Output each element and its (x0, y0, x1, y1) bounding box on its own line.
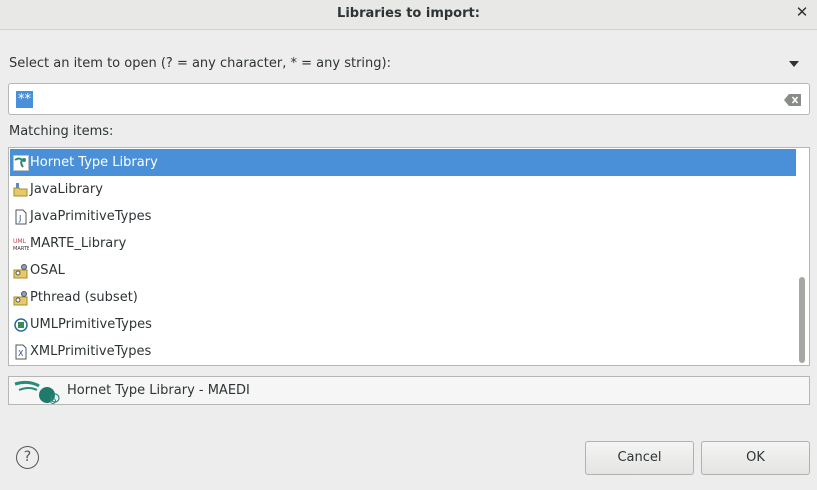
help-icon[interactable]: ? (16, 446, 39, 469)
list-item-label: JavaLibrary (30, 182, 103, 197)
list-item-label: MARTE_Library (30, 236, 127, 251)
close-icon[interactable]: ✕ (795, 5, 809, 20)
list-item-label: XMLPrimitiveTypes (30, 344, 152, 359)
list-item-label: JavaPrimitiveTypes (30, 209, 152, 224)
folder-library-icon (13, 182, 29, 198)
dialog-title: Libraries to import: (337, 6, 480, 21)
list-item-javaprimitivetypes[interactable]: J JavaPrimitiveTypes (10, 203, 796, 230)
ok-button[interactable]: OK (701, 441, 810, 475)
list-item-label: Pthread (subset) (30, 290, 138, 305)
package-library-icon (13, 263, 29, 279)
xml-file-icon: X (13, 344, 29, 360)
list-scrollbar-thumb[interactable] (799, 277, 805, 363)
uml-package-icon (13, 317, 29, 333)
selection-detail-label: Hornet Type Library - MAEDI (67, 383, 250, 398)
package-library-icon (13, 290, 29, 306)
hornet-logo-icon (11, 378, 63, 404)
list-item-xmlprimitivetypes[interactable]: X XMLPrimitiveTypes (10, 338, 796, 365)
list-item-pthread-subset[interactable]: Pthread (subset) (10, 284, 796, 311)
list-item-javalibrary[interactable]: JavaLibrary (10, 176, 796, 203)
selection-detail-bar: Hornet Type Library - MAEDI (8, 376, 810, 405)
view-menu-arrow-icon[interactable] (789, 61, 799, 67)
list-item-marte-library[interactable]: UML MARTE MARTE_Library (10, 230, 796, 257)
svg-text:X: X (18, 349, 24, 358)
list-item-label: Hornet Type Library (30, 155, 158, 170)
cancel-button[interactable]: Cancel (585, 441, 694, 475)
list-scrollbar[interactable] (796, 149, 808, 364)
hornet-library-icon (13, 154, 29, 171)
java-file-icon: J (13, 209, 29, 225)
list-item-hornet-type-library[interactable]: Hornet Type Library (10, 149, 796, 176)
list-item-osal[interactable]: OSAL (10, 257, 796, 284)
search-input[interactable]: ** (8, 83, 810, 115)
list-item-umlprimitivetypes[interactable]: UMLPrimitiveTypes (10, 311, 796, 338)
clear-search-icon[interactable] (784, 94, 801, 110)
svg-text:UML: UML (13, 238, 27, 245)
uml-marte-icon: UML MARTE (13, 236, 29, 252)
list-item-label: OSAL (30, 263, 65, 278)
svg-text:MARTE: MARTE (13, 246, 29, 252)
svg-text:J: J (18, 214, 21, 223)
matching-items-list[interactable]: Hornet Type Library JavaLibrary J JavaPr… (8, 147, 810, 366)
search-input-value[interactable]: ** (16, 91, 33, 108)
matching-items-label: Matching items: (9, 124, 114, 139)
title-bar: Libraries to import: ✕ (0, 0, 817, 30)
search-prompt-label: Select an item to open (? = any characte… (9, 56, 391, 71)
list-item-label: UMLPrimitiveTypes (30, 317, 152, 332)
